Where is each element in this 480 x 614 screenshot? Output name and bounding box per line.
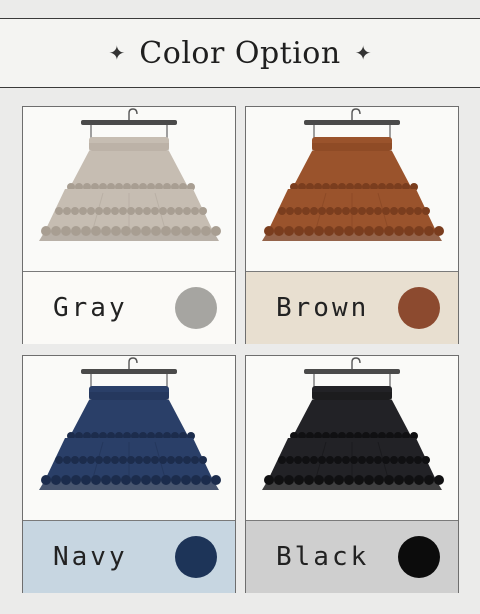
- color-name: Black: [276, 542, 370, 572]
- page-title: Color Option: [139, 35, 341, 71]
- color-name: Navy: [53, 542, 128, 572]
- color-label-bar: Black: [246, 520, 458, 593]
- color-swatch-icon: [175, 536, 217, 578]
- color-swatch-icon: [398, 287, 440, 329]
- skirt-photo-brown: [246, 107, 458, 271]
- sparkle-icon-left: ✦: [108, 42, 126, 65]
- sparkle-icon-right: ✦: [354, 42, 372, 65]
- color-card-gray[interactable]: Gray: [22, 106, 236, 344]
- color-card-brown[interactable]: Brown: [245, 106, 459, 344]
- skirt-photo-navy: [23, 356, 235, 520]
- color-label-bar: Gray: [23, 271, 235, 344]
- color-swatch-icon: [398, 536, 440, 578]
- color-option-header: ✦ Color Option ✦: [0, 18, 480, 88]
- color-label-bar: Brown: [246, 271, 458, 344]
- color-name: Brown: [276, 293, 370, 323]
- skirt-photo-black: [246, 356, 458, 520]
- color-label-bar: Navy: [23, 520, 235, 593]
- color-swatch-icon: [175, 287, 217, 329]
- color-card-navy[interactable]: Navy: [22, 355, 236, 593]
- color-card-black[interactable]: Black: [245, 355, 459, 593]
- skirt-photo-gray: [23, 107, 235, 271]
- color-name: Gray: [53, 293, 128, 323]
